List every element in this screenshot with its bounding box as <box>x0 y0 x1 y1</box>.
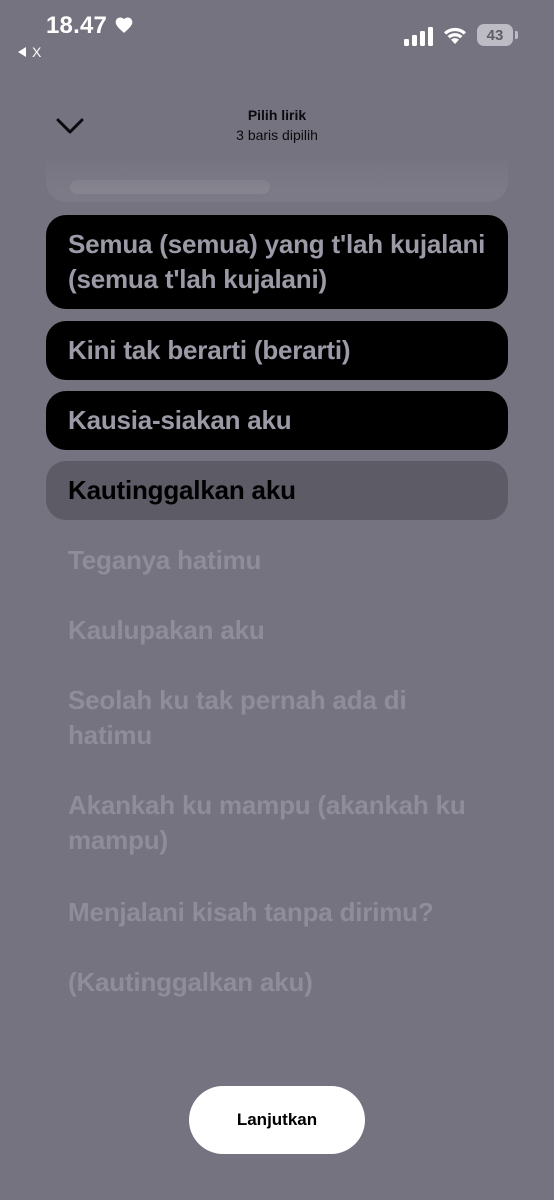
lyric-line[interactable]: Seolah ku tak pernah ada di hatimu <box>46 671 508 765</box>
lyric-line[interactable]: (Kautinggalkan aku) <box>46 953 508 1012</box>
status-bar: 18.47 X 43 <box>0 0 554 70</box>
lyric-text: Kausia-siakan aku <box>68 405 292 435</box>
heart-icon <box>115 17 133 33</box>
cellular-signal-icon <box>404 27 433 46</box>
lyric-line[interactable]: Kausia-siakan aku <box>46 391 508 450</box>
lyric-text: Semua (semua) yang t'lah kujalani (semua… <box>68 229 486 294</box>
lyric-line[interactable]: Akankah ku mampu (akankah ku mampu) <box>46 776 508 870</box>
lyric-text: Akankah ku mampu (akankah ku mampu) <box>68 790 466 855</box>
lyric-line[interactable]: Kautinggalkan aku <box>46 461 508 520</box>
lyric-text: (Kautinggalkan aku) <box>68 967 313 997</box>
lyric-text: Kaulupakan aku <box>68 615 265 645</box>
lyric-line[interactable]: Kaulupakan aku <box>46 601 508 660</box>
status-time: 18.47 <box>46 12 108 39</box>
fade-overlay <box>0 150 554 190</box>
lyric-text: Kautinggalkan aku <box>68 475 296 505</box>
lyric-line[interactable]: Teganya hatimu <box>46 531 508 590</box>
back-app-label: X <box>32 44 42 60</box>
lyric-text: Kini tak berarti (berarti) <box>68 335 351 365</box>
battery-level: 43 <box>486 26 504 44</box>
continue-button[interactable]: Lanjutkan <box>189 1086 365 1154</box>
page-title: Pilih lirik <box>247 107 307 123</box>
lyric-line[interactable]: Kini tak berarti (berarti) <box>46 321 508 380</box>
lyric-line[interactable]: Semua (semua) yang t'lah kujalani (semua… <box>46 215 508 309</box>
lyric-text: Teganya hatimu <box>68 545 262 575</box>
back-to-app-button[interactable]: X <box>18 44 41 60</box>
lyric-line[interactable]: Menjalani kisah tanpa dirimu? <box>46 883 508 942</box>
wifi-icon <box>444 27 466 44</box>
lyric-text: Seolah ku tak pernah ada di hatimu <box>68 685 407 750</box>
page-header: Pilih lirik 3 baris dipilih <box>0 106 554 146</box>
battery-tip <box>515 31 518 39</box>
lyric-text: Menjalani kisah tanpa dirimu? <box>68 897 434 927</box>
selection-count: 3 baris dipilih <box>236 127 318 143</box>
back-triangle-icon <box>18 47 26 57</box>
battery-icon: 43 <box>477 24 513 46</box>
